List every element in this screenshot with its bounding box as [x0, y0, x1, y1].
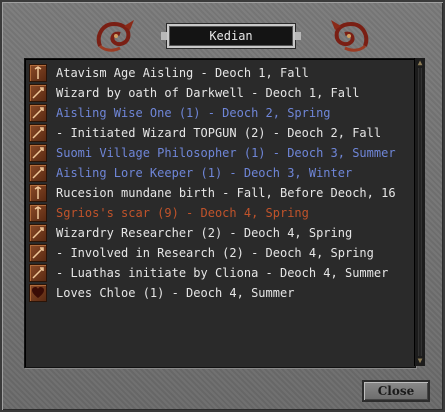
staff-icon — [29, 184, 47, 202]
list-item: Sgrios's scar (9) - Deoch 4, Spring — [29, 203, 409, 223]
window-title-bar: Kedian — [161, 24, 301, 48]
scroll-down-arrow-icon[interactable]: ▼ — [415, 356, 425, 366]
list-item: - Luathas initiate by Cliona - Deoch 4, … — [29, 263, 409, 283]
vertical-scrollbar[interactable]: ▲ ▼ — [414, 58, 425, 366]
dragon-ornament-icon — [331, 20, 369, 52]
wand-icon — [29, 244, 47, 262]
list-item: Atavism Age Aisling - Deoch 1, Fall — [29, 63, 409, 83]
scroll-track[interactable] — [418, 68, 422, 356]
window-title: Kedian — [209, 29, 253, 43]
staff-icon — [29, 204, 47, 222]
list-item-text: Wizardry Researcher (2) - Deoch 4, Sprin… — [56, 226, 353, 240]
list-item: Aisling Lore Keeper (1) - Deoch 3, Winte… — [29, 163, 409, 183]
legend-list[interactable]: Atavism Age Aisling - Deoch 1, Fall Wiza… — [24, 58, 416, 368]
list-item: Rucesion mundane birth - Fall, Before De… — [29, 183, 409, 203]
list-item-text: Aisling Wise One (1) - Deoch 2, Spring — [56, 106, 331, 120]
wand-icon — [29, 164, 47, 182]
list-item-text: Loves Chloe (1) - Deoch 4, Summer — [56, 286, 295, 300]
list-item-text: - Initiated Wizard TOPGUN (2) - Deoch 2,… — [56, 126, 382, 140]
wand-icon — [29, 124, 47, 142]
list-item-text: Atavism Age Aisling - Deoch 1, Fall — [56, 66, 309, 80]
wand-icon — [29, 224, 47, 242]
list-item: - Initiated Wizard TOPGUN (2) - Deoch 2,… — [29, 123, 409, 143]
list-item: Wizardry Researcher (2) - Deoch 4, Sprin… — [29, 223, 409, 243]
dragon-ornament-icon — [96, 20, 134, 52]
list-item-text: Wizard by oath of Darkwell - Deoch 1, Fa… — [56, 86, 360, 100]
list-item-text: Rucesion mundane birth - Fall, Before De… — [56, 186, 396, 200]
legend-window: Kedian Atavism Age Aisling - Deoch 1, Fa… — [0, 0, 445, 412]
list-item: Aisling Wise One (1) - Deoch 2, Spring — [29, 103, 409, 123]
staff-icon — [29, 64, 47, 82]
close-button[interactable]: Close — [362, 380, 430, 402]
list-item-text: Suomi Village Philosopher (1) - Deoch 3,… — [56, 146, 396, 160]
wand-icon — [29, 264, 47, 282]
heart-icon — [29, 284, 47, 302]
list-item-text: - Involved in Research (2) - Deoch 4, Sp… — [56, 246, 374, 260]
list-item-text: Aisling Lore Keeper (1) - Deoch 3, Winte… — [56, 166, 353, 180]
list-item: Loves Chloe (1) - Deoch 4, Summer — [29, 283, 409, 303]
list-item: Wizard by oath of Darkwell - Deoch 1, Fa… — [29, 83, 409, 103]
wand-icon — [29, 84, 47, 102]
wand-icon — [29, 104, 47, 122]
list-item: - Involved in Research (2) - Deoch 4, Sp… — [29, 243, 409, 263]
wand-icon — [29, 144, 47, 162]
list-item-text: Sgrios's scar (9) - Deoch 4, Spring — [56, 206, 309, 220]
list-item: Suomi Village Philosopher (1) - Deoch 3,… — [29, 143, 409, 163]
scroll-up-arrow-icon[interactable]: ▲ — [415, 58, 425, 68]
list-item-text: - Luathas initiate by Cliona - Deoch 4, … — [56, 266, 389, 280]
